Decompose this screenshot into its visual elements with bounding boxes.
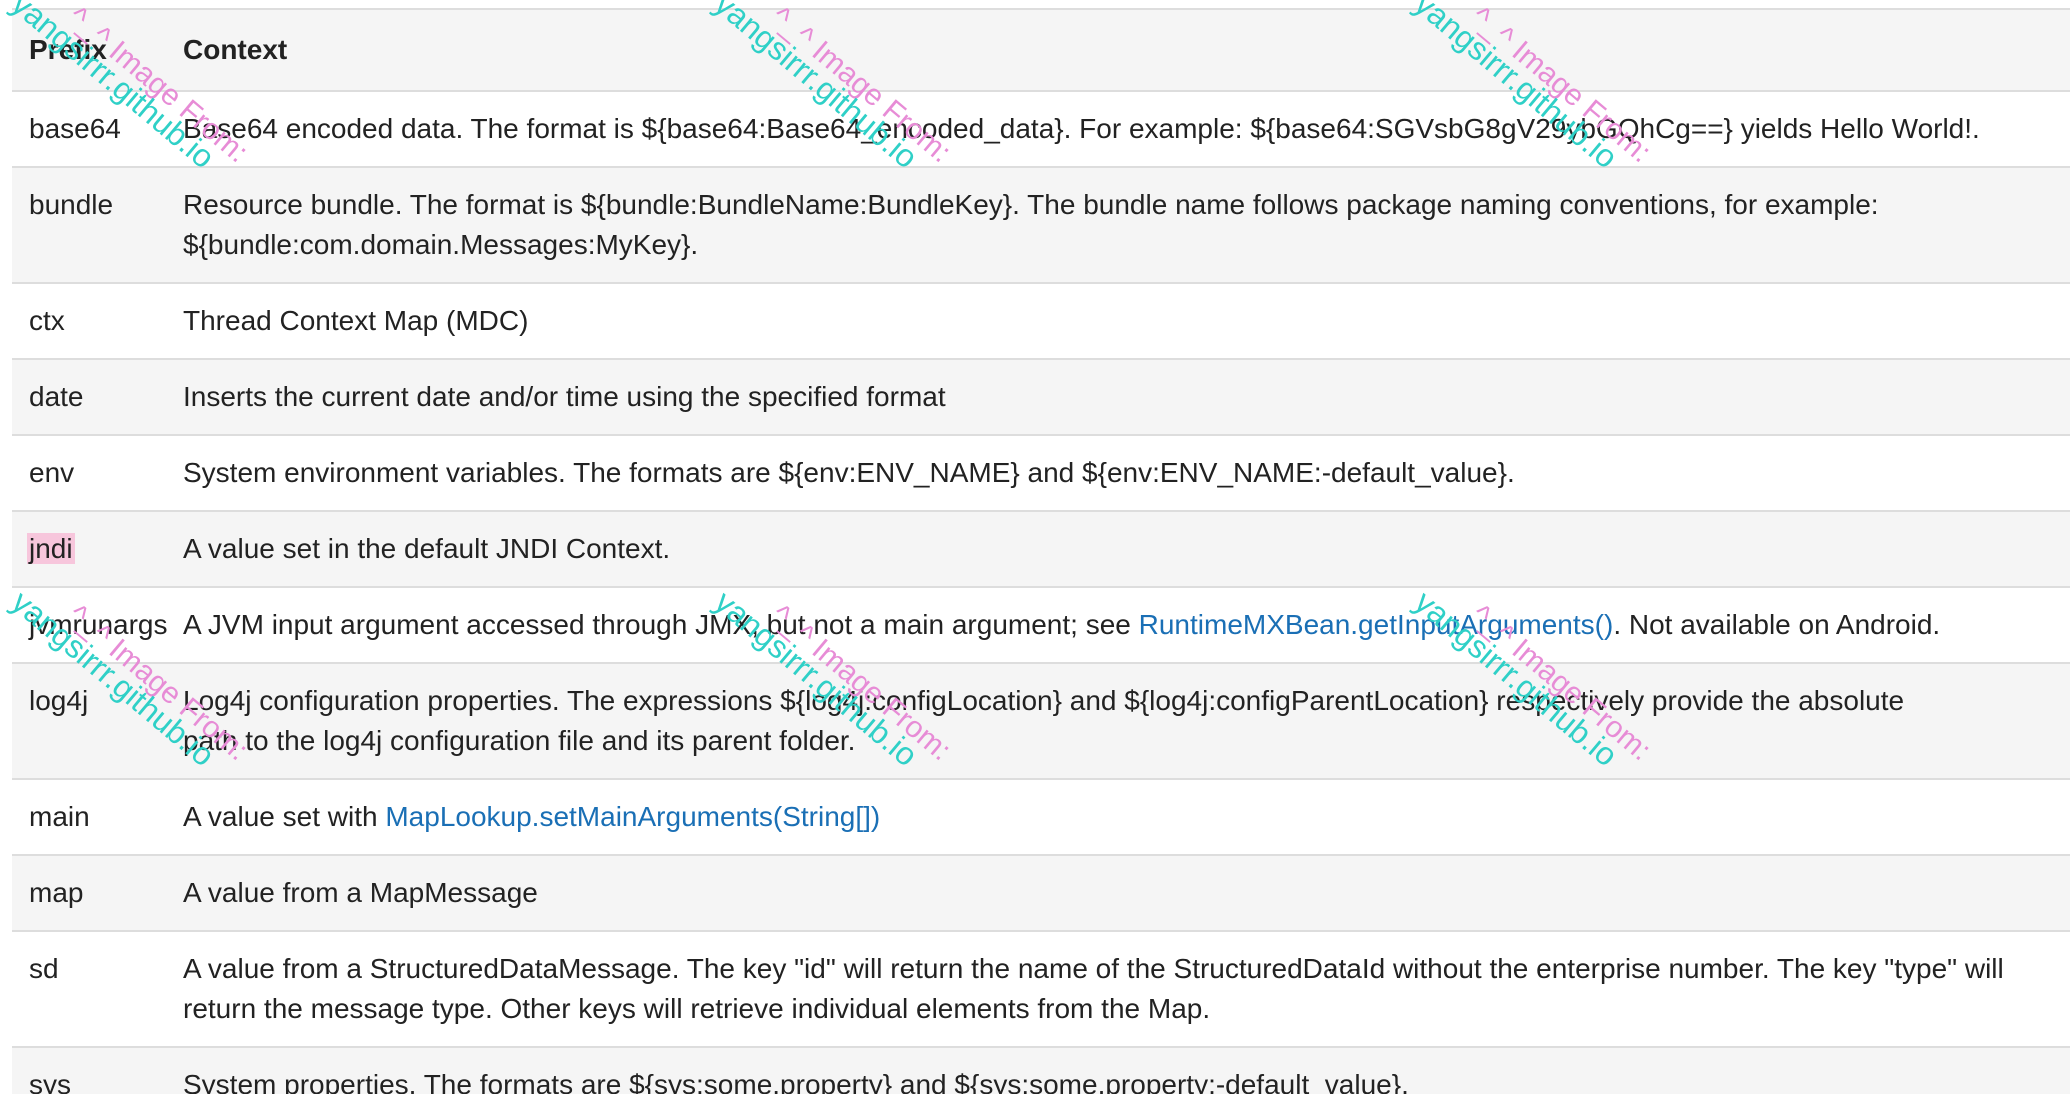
row-context: A JVM input argument accessed through JM…	[183, 586, 2070, 663]
row-prefix: main	[12, 778, 183, 855]
row-prefix: bundle	[12, 166, 183, 283]
runtime-mxbean-link[interactable]: RuntimeMXBean.getInputArguments()	[1139, 609, 1614, 640]
row-context: A value set with MapLookup.setMainArgume…	[183, 778, 2070, 855]
row-prefix: log4j	[12, 662, 183, 779]
table-row: base64 Base64 encoded data. The format i…	[12, 90, 2070, 167]
table-header-row: Prefix Context	[12, 8, 2070, 91]
table-row: log4j Log4j configuration properties. Th…	[12, 662, 2070, 779]
row-prefix: env	[12, 434, 183, 511]
row-context-text: A value set with	[183, 801, 386, 832]
table-row: env System environment variables. The fo…	[12, 434, 2070, 511]
table-row: bundle Resource bundle. The format is ${…	[12, 166, 2070, 283]
row-context-text: Resource bundle. The format is ${bundle:…	[183, 189, 1879, 260]
table-row: map A value from a MapMessage	[12, 854, 2070, 931]
maplookup-link[interactable]: MapLookup.setMainArguments(String[])	[385, 801, 880, 832]
row-context-text: A JVM input argument accessed through JM…	[183, 609, 1139, 640]
table-row: main A value set with MapLookup.setMainA…	[12, 778, 2070, 855]
table-row: jvmrunargs A JVM input argument accessed…	[12, 586, 2070, 663]
row-prefix: sd	[12, 930, 183, 1047]
row-prefix: jvmrunargs	[12, 586, 183, 663]
row-context: Resource bundle. The format is ${bundle:…	[183, 166, 2070, 283]
row-context: System environment variables. The format…	[183, 434, 2070, 511]
row-context: A value from a StructuredDataMessage. Th…	[183, 930, 2070, 1047]
row-context-text: . Not available on Android.	[1613, 609, 1941, 640]
row-prefix: sys	[12, 1046, 183, 1094]
row-context: Inserts the current date and/or time usi…	[183, 358, 2070, 435]
header-prefix: Prefix	[12, 8, 183, 91]
row-context: System properties. The formats are ${sys…	[183, 1046, 2070, 1094]
header-context: Context	[183, 8, 2070, 91]
row-context: Base64 encoded data. The format is ${bas…	[183, 90, 2070, 167]
row-context: Log4j configuration properties. The expr…	[183, 662, 2070, 779]
table-row: date Inserts the current date and/or tim…	[12, 358, 2070, 435]
table-row: sys System properties. The formats are $…	[12, 1046, 2070, 1094]
row-context: A value from a MapMessage	[183, 854, 2070, 931]
lookups-table: Prefix Context base64 Base64 encoded dat…	[12, 8, 2070, 1094]
table-row: ctx Thread Context Map (MDC)	[12, 282, 2070, 359]
row-prefix: jndi	[12, 510, 183, 587]
row-prefix: date	[12, 358, 183, 435]
row-prefix: base64	[12, 90, 183, 167]
highlighted-prefix: jndi	[27, 533, 75, 564]
row-prefix: ctx	[12, 282, 183, 359]
row-prefix: map	[12, 854, 183, 931]
row-context: Thread Context Map (MDC)	[183, 282, 2070, 359]
table-row: jndi A value set in the default JNDI Con…	[12, 510, 2070, 587]
row-context: A value set in the default JNDI Context.	[183, 510, 2070, 587]
table-row: sd A value from a StructuredDataMessage.…	[12, 930, 2070, 1047]
lookups-table-container: Prefix Context base64 Base64 encoded dat…	[12, 8, 2070, 1094]
